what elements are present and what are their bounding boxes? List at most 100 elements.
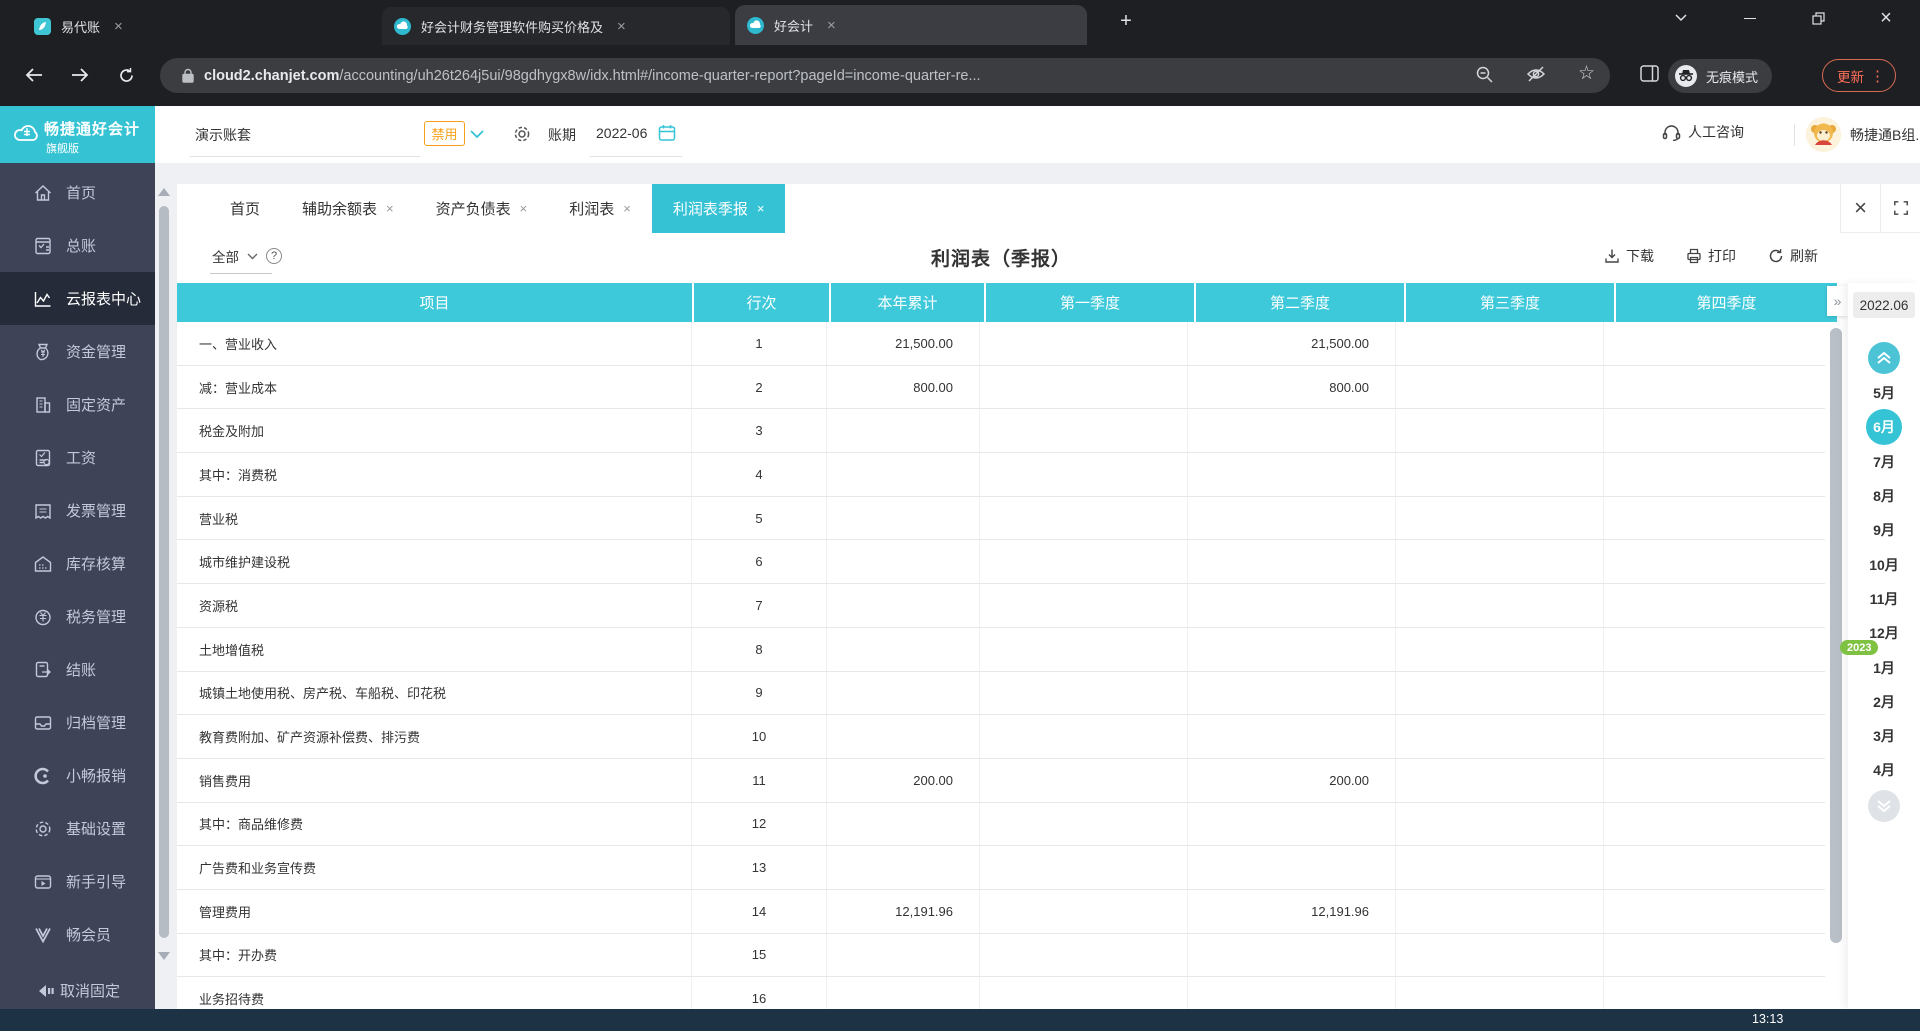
browser-tab[interactable]: 好会计财务管理软件购买价格及 xyxy=(382,7,730,45)
calendar-icon[interactable] xyxy=(658,124,676,142)
update-button[interactable]: 更新 xyxy=(1822,59,1896,92)
sidebar-item-guide[interactable]: 新手引导 xyxy=(0,855,155,908)
forward-icon[interactable] xyxy=(64,59,96,91)
close-tab-icon[interactable] xyxy=(623,201,631,216)
print-button[interactable]: 打印 xyxy=(1686,246,1736,266)
scroll-down-arrow[interactable] xyxy=(158,952,170,960)
support-link[interactable]: 人工咨询 xyxy=(1662,122,1744,142)
sidebar-item-payroll[interactable]: 工资 xyxy=(0,431,155,484)
month-label: 3月 xyxy=(1866,719,1902,753)
close-tab-icon[interactable] xyxy=(386,201,394,216)
table-row: 城镇土地使用税、房产税、车船税、印花税 9 xyxy=(177,672,1825,716)
sidebar-item-membership[interactable]: 畅会员 xyxy=(0,908,155,961)
eye-blocked-icon[interactable] xyxy=(1526,65,1546,83)
browser-tab[interactable]: 易代账 xyxy=(22,7,352,45)
document-tab[interactable]: 利润表季报 xyxy=(652,184,786,233)
column-header: 本年累计 xyxy=(831,283,984,322)
minimize-button[interactable] xyxy=(1727,0,1773,36)
close-window-button[interactable] xyxy=(1863,0,1909,36)
warehouse-icon xyxy=(33,554,53,574)
table-row: 其中：消费税 4 xyxy=(177,453,1825,497)
close-tab-icon[interactable] xyxy=(827,18,836,33)
restore-window-button[interactable] xyxy=(1795,0,1841,36)
url-domain: cloud2.chanjet.com xyxy=(204,68,339,84)
left-scrollbar-thumb[interactable] xyxy=(159,206,169,938)
month-item[interactable]: 10月 xyxy=(1848,547,1920,581)
table-row: 一、营业收入 1 21,500.00 21,500.00 xyxy=(177,322,1825,366)
user-name[interactable]: 畅捷通B组... xyxy=(1850,125,1920,145)
address-bar[interactable]: cloud2.chanjet.com/accounting/uh26t264j5… xyxy=(160,58,1610,93)
row-q2-cell xyxy=(1188,453,1396,496)
month-item[interactable]: 8月 xyxy=(1848,479,1920,513)
sidebar-item-reimbursement[interactable]: 小畅报销 xyxy=(0,749,155,802)
document-tab[interactable]: 利润表 xyxy=(548,184,652,233)
close-tab-icon[interactable] xyxy=(757,201,765,216)
row-line-cell: 15 xyxy=(692,934,827,977)
period-value[interactable]: 2022-06 xyxy=(596,125,647,141)
sidebar-item-settings[interactable]: 基础设置 xyxy=(0,802,155,855)
expand-panel-icon[interactable] xyxy=(1827,286,1848,316)
scope-filter-dropdown[interactable]: 全部 xyxy=(212,246,282,266)
tab-search-icon[interactable] xyxy=(1658,0,1704,36)
browser-tab-active[interactable]: 好会计 xyxy=(735,5,1087,45)
headset-icon xyxy=(1662,123,1681,141)
scroll-months-down-button[interactable] xyxy=(1868,790,1900,822)
close-tab-icon[interactable] xyxy=(617,19,626,34)
refresh-button[interactable]: 刷新 xyxy=(1768,246,1818,266)
back-icon[interactable] xyxy=(18,59,50,91)
sidebar-item-label: 资金管理 xyxy=(66,341,126,362)
gear-icon[interactable] xyxy=(512,124,532,144)
report-title: 利润表（季报） xyxy=(931,244,1071,271)
sidebar-item-invoices[interactable]: 发票管理 xyxy=(0,484,155,537)
account-select[interactable]: 演示账套 xyxy=(195,125,251,145)
month-item[interactable]: 7月 xyxy=(1848,445,1920,479)
table-scrollbar-thumb[interactable] xyxy=(1830,328,1842,943)
month-item[interactable]: 5月 xyxy=(1848,376,1920,410)
row-line-cell: 4 xyxy=(692,453,827,496)
document-tab[interactable]: 资产负债表 xyxy=(415,184,549,233)
new-tab-button[interactable] xyxy=(1112,8,1140,36)
incognito-badge[interactable]: 无痕模式 xyxy=(1668,59,1772,93)
chart-icon xyxy=(33,289,53,309)
bookmark-star-icon[interactable]: ☆ xyxy=(1578,62,1595,85)
sidebar-item-home[interactable]: 首页 xyxy=(0,166,155,219)
month-item[interactable]: 6月 xyxy=(1848,410,1920,444)
unpin-sidebar-button[interactable]: 取消固定 xyxy=(38,980,120,1001)
document-tab[interactable]: 首页 xyxy=(209,184,281,233)
month-item[interactable]: 11月 xyxy=(1848,582,1920,616)
scroll-months-up-button[interactable] xyxy=(1868,342,1900,374)
help-icon[interactable] xyxy=(266,248,282,264)
close-report-icon[interactable] xyxy=(1840,184,1880,233)
sidebar-item-closing[interactable]: 结账 xyxy=(0,643,155,696)
reload-icon[interactable] xyxy=(110,59,142,91)
scroll-up-arrow[interactable] xyxy=(158,188,170,196)
zoom-out-icon[interactable] xyxy=(1475,65,1494,84)
user-avatar[interactable] xyxy=(1806,117,1841,152)
row-ytd-cell xyxy=(827,497,980,540)
document-tab[interactable]: 辅助余额表 xyxy=(281,184,415,233)
sidebar-item-fixed-assets[interactable]: 固定资产 xyxy=(0,378,155,431)
sidebar-item-archive[interactable]: 归档管理 xyxy=(0,696,155,749)
close-tab-icon[interactable] xyxy=(520,201,528,216)
sidebar-item-general-ledger[interactable]: 总账 xyxy=(0,219,155,272)
sidebar-item-inventory[interactable]: 库存核算 xyxy=(0,537,155,590)
month-item[interactable]: 9月 xyxy=(1848,513,1920,547)
download-button[interactable]: 下载 xyxy=(1604,246,1654,266)
filter-value: 全部 xyxy=(212,246,239,266)
fullscreen-icon[interactable] xyxy=(1880,184,1920,233)
chevron-down-icon[interactable] xyxy=(470,130,484,139)
sidebar-item-cloud-reports[interactable]: 云报表中心 xyxy=(0,272,155,325)
row-q1-cell xyxy=(980,934,1188,977)
month-item[interactable]: 2023 1月 xyxy=(1848,650,1920,684)
sidebar-item-tax[interactable]: 税务管理 xyxy=(0,590,155,643)
month-item[interactable]: 3月 xyxy=(1848,719,1920,753)
sidebar-item-funds[interactable]: 资金管理 xyxy=(0,325,155,378)
side-panel-icon[interactable] xyxy=(1640,65,1659,82)
tax-icon xyxy=(33,607,53,627)
month-item[interactable]: 4月 xyxy=(1848,753,1920,787)
kebab-menu-icon[interactable] xyxy=(1870,67,1885,85)
month-item[interactable]: 2月 xyxy=(1848,685,1920,719)
row-q4-cell xyxy=(1604,890,1825,933)
close-tab-icon[interactable] xyxy=(114,19,123,34)
row-line-cell: 5 xyxy=(692,497,827,540)
